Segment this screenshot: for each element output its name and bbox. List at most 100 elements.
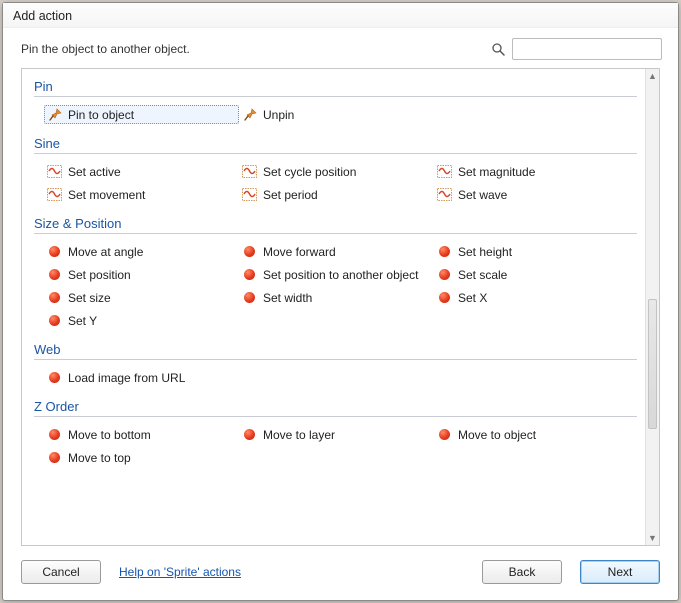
cancel-button[interactable]: Cancel [21, 560, 101, 584]
section-items: Move at angle Move forward Set height Se… [34, 242, 637, 330]
action-move-at-angle[interactable]: Move at angle [44, 242, 239, 261]
section-header-sine: Sine [34, 136, 637, 154]
dialog-window: Add action Pin the object to another obj… [2, 2, 679, 601]
action-set-wave[interactable]: Set wave [434, 185, 629, 204]
search-input[interactable] [512, 38, 662, 60]
section-header-zorder: Z Order [34, 399, 637, 417]
section-title: Pin [34, 79, 59, 94]
action-move-forward[interactable]: Move forward [239, 242, 434, 261]
bullet-icon [437, 244, 452, 259]
section-pin: Pin Pin to object [34, 79, 637, 124]
pin-icon [242, 107, 257, 122]
action-set-period[interactable]: Set period [239, 185, 434, 204]
search-icon [491, 42, 506, 57]
action-set-y[interactable]: Set Y [44, 311, 239, 330]
action-set-movement[interactable]: Set movement [44, 185, 239, 204]
section-header-pin: Pin [34, 79, 637, 97]
action-pin-to-object[interactable]: Pin to object [44, 105, 239, 124]
sine-icon [437, 164, 452, 179]
sine-icon [242, 187, 257, 202]
action-label: Set movement [68, 188, 145, 202]
sine-icon [242, 164, 257, 179]
section-items: Move to bottom Move to layer Move to obj… [34, 425, 637, 467]
bullet-icon [437, 427, 452, 442]
action-label: Move forward [263, 245, 336, 259]
action-label: Move to bottom [68, 428, 151, 442]
bullet-icon [437, 267, 452, 282]
bullet-icon [242, 290, 257, 305]
action-label: Set width [263, 291, 312, 305]
sine-icon [47, 187, 62, 202]
next-button[interactable]: Next [580, 560, 660, 584]
bullet-icon [47, 370, 62, 385]
back-button[interactable]: Back [482, 560, 562, 584]
section-header-web: Web [34, 342, 637, 360]
section-items: Load image from URL [34, 368, 637, 387]
action-set-height[interactable]: Set height [434, 242, 629, 261]
action-set-active[interactable]: Set active [44, 162, 239, 181]
section-items: Set active Set cycle position Set magnit… [34, 162, 637, 204]
action-label: Pin to object [68, 108, 134, 122]
bullet-icon [47, 290, 62, 305]
action-set-position-to-another-object[interactable]: Set position to another object [239, 265, 434, 284]
section-items: Pin to object Unpin [34, 105, 637, 124]
action-move-to-object[interactable]: Move to object [434, 425, 629, 444]
search-box [491, 38, 662, 60]
bullet-icon [47, 450, 62, 465]
help-link[interactable]: Help on 'Sprite' actions [119, 565, 241, 579]
action-label: Set period [263, 188, 318, 202]
bullet-icon [437, 290, 452, 305]
content-scroll[interactable]: Pin Pin to object [22, 69, 645, 545]
action-load-image-from-url[interactable]: Load image from URL [44, 368, 239, 387]
action-set-cycle-position[interactable]: Set cycle position [239, 162, 434, 181]
action-label: Move to object [458, 428, 536, 442]
scroll-up-icon[interactable]: ▲ [646, 69, 659, 83]
bullet-icon [242, 267, 257, 282]
action-move-to-bottom[interactable]: Move to bottom [44, 425, 239, 444]
action-label: Set X [458, 291, 487, 305]
section-size-position: Size & Position Move at angle Move forwa… [34, 216, 637, 330]
action-label: Move to top [68, 451, 131, 465]
section-z-order: Z Order Move to bottom Move to layer Mov… [34, 399, 637, 467]
action-set-position[interactable]: Set position [44, 265, 239, 284]
section-header-size: Size & Position [34, 216, 637, 234]
section-title: Web [34, 342, 67, 357]
action-set-scale[interactable]: Set scale [434, 265, 629, 284]
bullet-icon [47, 244, 62, 259]
action-set-width[interactable]: Set width [239, 288, 434, 307]
scrollbar-thumb[interactable] [648, 299, 657, 429]
action-set-magnitude[interactable]: Set magnitude [434, 162, 629, 181]
action-move-to-layer[interactable]: Move to layer [239, 425, 434, 444]
action-label: Move at angle [68, 245, 143, 259]
section-title: Size & Position [34, 216, 127, 231]
section-sine: Sine Set active Set cycle position Set m… [34, 136, 637, 204]
bullet-icon [47, 427, 62, 442]
action-label: Set Y [68, 314, 97, 328]
action-unpin[interactable]: Unpin [239, 105, 434, 124]
action-move-to-top[interactable]: Move to top [44, 448, 239, 467]
action-set-x[interactable]: Set X [434, 288, 629, 307]
section-title: Sine [34, 136, 66, 151]
section-title: Z Order [34, 399, 85, 414]
sine-icon [437, 187, 452, 202]
action-label: Set active [68, 165, 121, 179]
bullet-icon [242, 427, 257, 442]
section-web: Web Load image from URL [34, 342, 637, 387]
action-set-size[interactable]: Set size [44, 288, 239, 307]
action-label: Unpin [263, 108, 294, 122]
action-label: Set magnitude [458, 165, 535, 179]
action-label: Set scale [458, 268, 507, 282]
content-frame: Pin Pin to object [21, 68, 660, 546]
action-label: Set height [458, 245, 512, 259]
scroll-down-icon[interactable]: ▼ [646, 531, 659, 545]
action-label: Set cycle position [263, 165, 356, 179]
bullet-icon [242, 244, 257, 259]
sine-icon [47, 164, 62, 179]
action-label: Set size [68, 291, 111, 305]
header-row: Pin the object to another object. [3, 28, 678, 68]
scrollbar[interactable]: ▲ ▼ [645, 69, 659, 545]
dialog-title: Add action [3, 3, 678, 28]
action-label: Set position to another object [263, 268, 418, 282]
pin-icon [47, 107, 62, 122]
action-label: Load image from URL [68, 371, 185, 385]
